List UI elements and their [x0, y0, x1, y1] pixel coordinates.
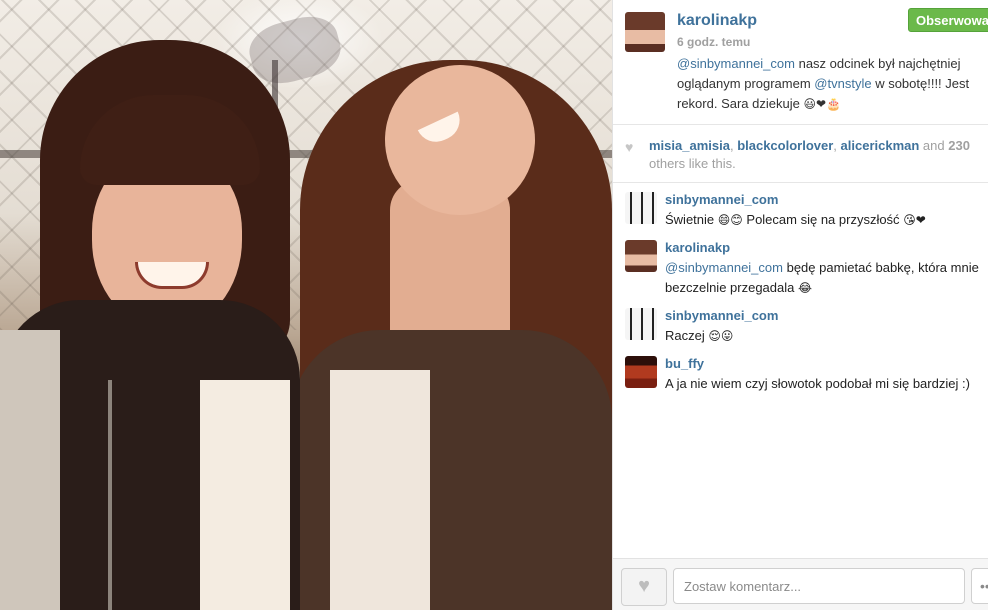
- comment-text-part: Polecam się na przyszłość: [742, 212, 904, 227]
- author-avatar[interactable]: [625, 12, 665, 52]
- comment-text: Świetnie 😄😊 Polecam się na przyszłość 😘❤: [665, 210, 988, 230]
- left-person-sleeve: [0, 330, 60, 610]
- comment-emoji: 😂: [797, 281, 813, 295]
- commenter-username[interactable]: bu_ffy: [665, 356, 704, 371]
- comment-text-part: Raczej: [665, 328, 709, 343]
- comment-text: A ja nie wiem czyj słowotok podobał mi s…: [665, 376, 970, 391]
- post-caption: @sinbymannei_com nasz odcinek był najchę…: [677, 54, 983, 114]
- caption-mention-tvnstyle[interactable]: @tvnstyle: [814, 76, 871, 91]
- commenter-avatar[interactable]: [625, 308, 657, 340]
- author-username[interactable]: karolinakp: [677, 12, 757, 30]
- commenter-username[interactable]: karolinakp: [665, 240, 730, 255]
- caption-emoji: 😃❤🎂: [803, 97, 841, 111]
- likes-section: ♥ misia_amisia, blackcolorlover, aliceri…: [613, 125, 988, 183]
- comment-text: Raczej 😌😛: [665, 326, 988, 346]
- heart-icon: ♥: [638, 575, 650, 597]
- like-button[interactable]: ♥: [621, 568, 667, 606]
- more-options-button[interactable]: •••: [971, 568, 988, 604]
- comment-emoji: 😌😛: [708, 329, 734, 343]
- likes-text: misia_amisia, blackcolorlover, alicerick…: [649, 137, 985, 173]
- comment-footer: ♥ •••: [613, 558, 988, 610]
- comment-text: @sinbymannei_com będę pamietać babkę, kt…: [665, 258, 988, 298]
- comment-input[interactable]: [673, 568, 965, 604]
- left-person-shirt: [200, 380, 290, 610]
- post-photo[interactable]: [0, 0, 612, 610]
- comment-text-part: Świetnie: [665, 212, 718, 227]
- likes-separator: ,: [833, 138, 841, 153]
- liker-misia-amisia[interactable]: misia_amisia: [649, 138, 730, 153]
- caption-mention-sinbymannei[interactable]: @sinbymannei_com: [677, 56, 795, 71]
- ellipsis-icon: •••: [980, 578, 988, 594]
- likes-count[interactable]: 230: [948, 138, 970, 153]
- commenter-username[interactable]: sinbymannei_com: [665, 192, 778, 207]
- post-time[interactable]: 6 godz. temu: [677, 35, 750, 49]
- likes-and: and: [919, 138, 949, 153]
- left-person-zipper: [108, 380, 112, 610]
- heart-icon: ♥: [625, 139, 634, 155]
- commenter-username[interactable]: sinbymannei_com: [665, 308, 778, 323]
- post-header: karolinakp 6 godz. temu Obserwowane @sin…: [613, 0, 988, 125]
- commenter-avatar[interactable]: [625, 356, 657, 388]
- likes-others: others like this.: [649, 156, 736, 171]
- right-person-shirt: [330, 370, 430, 610]
- commenter-avatar[interactable]: [625, 192, 657, 224]
- liker-alicerickman[interactable]: alicerickman: [841, 138, 920, 153]
- liker-blackcolorlover[interactable]: blackcolorlover: [737, 138, 833, 153]
- comment-emoji: 😘❤: [903, 213, 926, 227]
- commenter-avatar[interactable]: [625, 240, 657, 272]
- post-sidebar: karolinakp 6 godz. temu Obserwowane @sin…: [612, 0, 988, 610]
- comment-emoji: 😄😊: [717, 213, 743, 227]
- comment-mention[interactable]: @sinbymannei_com: [665, 260, 783, 275]
- follow-button[interactable]: Obserwowane: [908, 8, 988, 32]
